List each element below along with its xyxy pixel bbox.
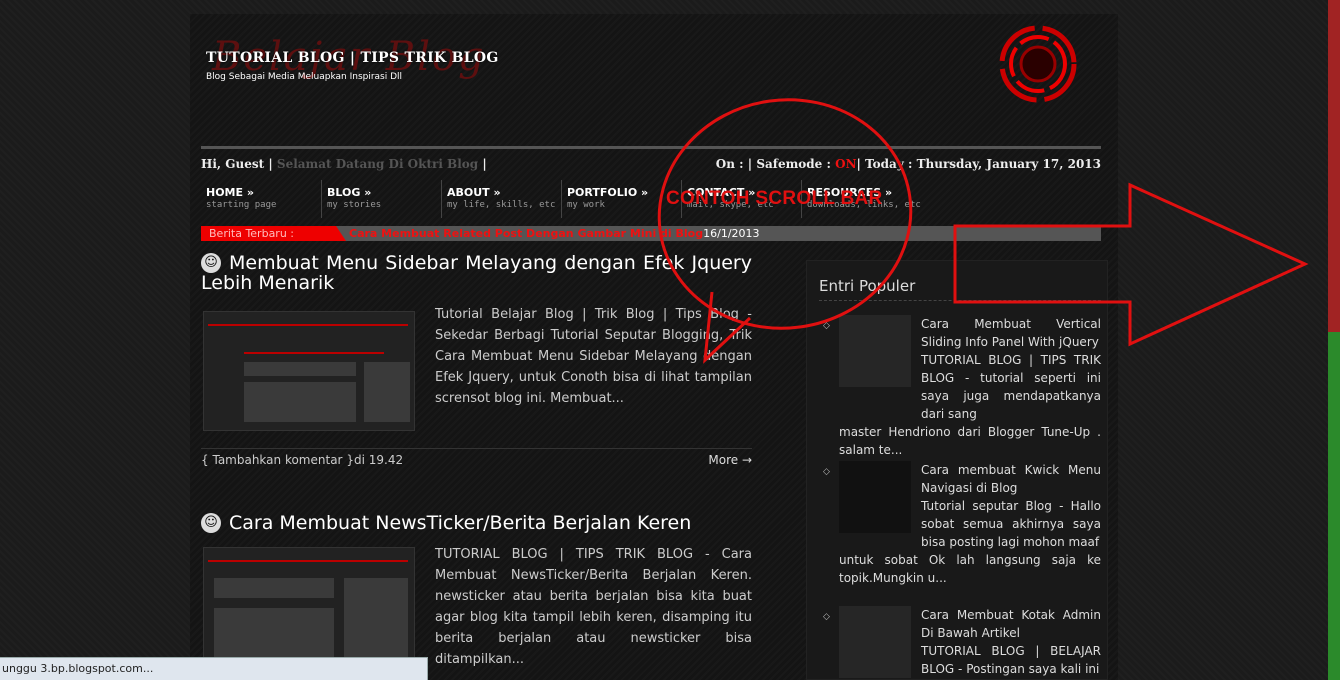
post-bullet-icon: ☺ <box>201 513 221 533</box>
post-title: ☺ Cara Membuat NewsTicker/Berita Berjalan… <box>201 513 752 533</box>
emblem-icon <box>999 25 1077 103</box>
header-divider <box>201 146 1101 149</box>
popular-title-link[interactable]: Cara membuat Kwick Menu Navigasi di Blog <box>921 461 1101 497</box>
popular-snippet: TUTORIAL BLOG | TIPS TRIK BLOG - tutoria… <box>921 353 1101 421</box>
nav-item-blog[interactable]: BLOG » my stories <box>321 180 441 218</box>
post-excerpt: Tutorial Belajar Blog | Trik Blog | Tips… <box>435 307 752 406</box>
popular-snippet: Tutorial seputar Blog - Hallo sobat semu… <box>921 499 1101 549</box>
post-excerpt: TUTORIAL BLOG | TIPS TRIK BLOG - Cara Me… <box>435 547 752 667</box>
nav-item-portfolio[interactable]: PORTFOLIO » my work <box>561 180 681 218</box>
popular-title-link[interactable]: Cara Membuat Vertical Sliding Info Panel… <box>921 315 1101 351</box>
bullet-icon: ◇ <box>823 612 830 622</box>
post-time-prefix: di <box>353 453 365 467</box>
scrollbar-thumb[interactable] <box>1328 0 1340 332</box>
popular-title-link[interactable]: Cara Membuat Kotak Admin Di Bawah Artike… <box>921 606 1101 642</box>
news-ticker: Berita Terbaru : Cara Membuat Related Po… <box>201 226 1101 241</box>
safemode-value: ON <box>835 157 857 171</box>
greeting-text: Hi, Guest <box>201 157 265 171</box>
browser-status-bar: unggu 3.bp.blogspot.com... <box>0 657 428 680</box>
nav-item-home[interactable]: HOME » starting page <box>201 180 321 218</box>
popular-thumbnail[interactable] <box>839 606 911 678</box>
sidebar-popular: Entri Populer ◇ Cara Membuat Vertical Sl… <box>806 260 1108 680</box>
post-thumbnail[interactable] <box>203 311 415 431</box>
popular-snippet-cont: master Hendriono dari Blogger Tune-Up . … <box>839 425 1101 457</box>
nav-item-about[interactable]: ABOUT » my life, skills, etc <box>441 180 561 218</box>
post-thumbnail[interactable] <box>203 547 415 667</box>
safemode-label: Safemode : <box>756 157 831 171</box>
ticker-label: Berita Terbaru : <box>201 226 346 241</box>
site-title-link[interactable]: TUTORIAL BLOG | TIPS TRIK BLOG <box>206 50 499 66</box>
post-time: 19.42 <box>368 453 404 467</box>
post-bullet-icon: ☺ <box>201 253 221 273</box>
today-value: Thursday, January 17, 2013 <box>916 157 1101 171</box>
ticker-headline-link[interactable]: Cara Membuat Related Post Dengan Gambar … <box>349 226 760 241</box>
post-title-link[interactable]: Membuat Menu Sidebar Melayang dengan Efe… <box>201 252 752 294</box>
post-footer: { Tambahkan komentar }di 19.42 More → <box>201 448 752 468</box>
popular-snippet: TUTORIAL BLOG | BELAJAR BLOG - Postingan… <box>921 644 1101 676</box>
add-comment-link[interactable]: Tambahkan komentar <box>212 453 342 467</box>
popular-snippet-cont: untuk sobat Ok lah langsung saja ke topi… <box>839 553 1101 585</box>
popular-thumbnail[interactable] <box>839 461 911 533</box>
on-label: On : <box>715 157 744 171</box>
popular-item: ◇ Cara Membuat Vertical Sliding Info Pan… <box>823 315 1101 459</box>
ticker-date: 16/1/2013 <box>703 227 760 240</box>
today-label: Today : <box>865 157 913 171</box>
sidebar-heading: Entri Populer <box>819 277 916 295</box>
post-title-link[interactable]: Cara Membuat NewsTicker/Berita Berjalan … <box>229 512 691 534</box>
popular-thumbnail[interactable] <box>839 315 911 387</box>
top-info-bar: Hi, Guest | Selamat Datang Di Oktri Blog… <box>201 157 1101 171</box>
post-title: ☺ Membuat Menu Sidebar Melayang dengan Ef… <box>201 253 752 293</box>
blog-header: Belajar Blog TUTORIAL BLOG | TIPS TRIK B… <box>190 14 1118 142</box>
post-card: ☺ Cara Membuat NewsTicker/Berita Berjalan… <box>201 513 752 680</box>
bullet-icon: ◇ <box>823 467 830 477</box>
more-link[interactable]: More → <box>708 453 752 467</box>
popular-item: ◇ Cara Membuat Kotak Admin Di Bawah Arti… <box>823 606 1101 678</box>
bullet-icon: ◇ <box>823 321 830 331</box>
popular-item: ◇ Cara membuat Kwick Menu Navigasi di Bl… <box>823 461 1101 587</box>
annotation-label: CONTOH SCROLL BAR <box>666 188 883 209</box>
welcome-text: Selamat Datang Di Oktri Blog <box>276 157 479 171</box>
post-card: ☺ Membuat Menu Sidebar Melayang dengan Ef… <box>201 253 752 473</box>
site-description: Blog Sebagai Media Meluapkan Inspirasi D… <box>206 72 403 82</box>
